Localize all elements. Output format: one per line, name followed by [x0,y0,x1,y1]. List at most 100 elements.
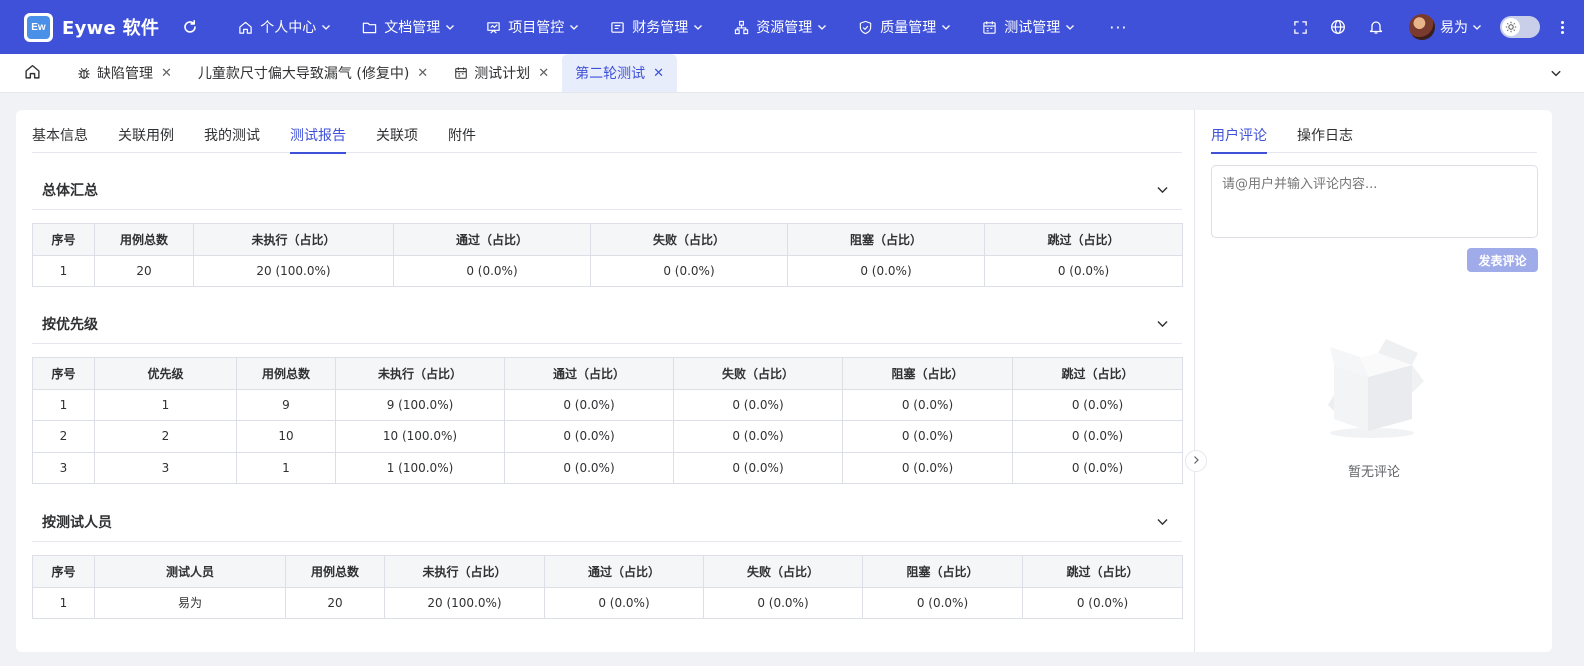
column-header: 测试人员 [94,555,286,588]
fullscreen-icon[interactable] [1291,18,1309,36]
tab-my-tests[interactable]: 我的测试 [204,110,260,153]
table-row: 1 20 20 (100.0%) 0 (0.0%) 0 (0.0%) 0 (0.… [32,254,1183,287]
table-cell: 0 (0.0%) [842,388,1013,421]
theme-toggle[interactable] [1500,16,1540,38]
column-header: 未执行（占比） [193,223,394,256]
table-header-row: 序号 测试人员 用例总数 未执行（占比） 通过（占比） 失败（占比） 阻塞（占比… [32,555,1183,588]
calendar-icon [454,66,468,80]
menu-project-control[interactable]: 项目管控 [485,17,579,37]
close-icon[interactable]: ✕ [161,66,172,81]
page-tab-label: 儿童款尺寸偏大导致漏气 (修复中) [197,66,410,82]
app-title: Eywe 软件 [62,18,160,39]
page-tab-test-plan[interactable]: 测试计划 ✕ [441,54,562,92]
table-cell: 2 [94,420,237,453]
app-logo[interactable]: Ew [24,12,53,42]
column-header: 跳过（占比） [984,223,1183,256]
chevron-right-icon [1191,454,1201,469]
column-header: 阻塞（占比） [842,357,1013,390]
empty-state-text: 暂无评论 [1347,465,1400,480]
chevron-down-icon[interactable] [1156,183,1170,197]
tab-user-comments[interactable]: 用户评论 [1211,110,1267,154]
column-header: 失败（占比） [703,555,863,588]
table-cell: 3 [32,451,95,484]
page-tab-label: 第二轮测试 [575,66,646,82]
table-cell: 0 (0.0%) [842,420,1013,453]
menu-finance-management[interactable]: 财务管理 [609,17,703,37]
more-menu-button[interactable]: ··· [1109,17,1127,37]
table-cell: 0 (0.0%) [673,451,843,484]
table-cell: 0 (0.0%) [393,254,591,287]
more-vertical-icon[interactable] [1560,20,1564,34]
table-cell: 2 [32,420,95,453]
refresh-icon[interactable] [181,18,199,36]
table-cell: 易为 [94,586,286,619]
table-row: 2 2 10 10 (100.0%) 0 (0.0%) 0 (0.0%) 0 (… [32,420,1183,453]
page-tab-label: 缺陷管理 [97,66,153,82]
column-header: 序号 [32,357,95,390]
table-row: 1 1 9 9 (100.0%) 0 (0.0%) 0 (0.0%) 0 (0.… [32,388,1183,421]
chevron-down-icon[interactable] [1156,515,1170,529]
table-cell: 0 (0.0%) [504,388,674,421]
close-icon[interactable]: ✕ [417,66,428,81]
sun-icon [1502,18,1520,36]
page-tab-defect-detail[interactable]: 儿童款尺寸偏大导致漏气 (修复中) ✕ [185,54,441,92]
avatar[interactable] [1409,14,1435,40]
home-tab[interactable] [0,54,64,92]
collapse-panel-button[interactable] [1185,450,1207,472]
tab-attachments[interactable]: 附件 [448,110,476,153]
chevron-down-icon [569,22,579,32]
section-header-summary[interactable]: 总体汇总 [32,170,1182,210]
table-cell: 20 [285,586,385,619]
tab-related-items[interactable]: 关联项 [376,110,418,153]
menu-document-management[interactable]: 文档管理 [361,17,455,37]
bell-icon[interactable] [1367,18,1385,36]
table-cell: 9 [236,388,336,421]
tab-related-cases[interactable]: 关联用例 [118,110,174,153]
home-icon [237,19,253,35]
comment-input[interactable] [1211,165,1538,238]
close-icon[interactable]: ✕ [538,66,549,81]
table-cell: 1 [94,388,237,421]
submit-comment-button[interactable]: 发表评论 [1467,248,1538,272]
close-icon[interactable]: ✕ [653,66,664,81]
comments-panel: 用户评论 操作日志 发表评论 暂无评论 [1194,110,1552,652]
table-cell: 0 (0.0%) [504,451,674,484]
table-cell: 20 (100.0%) [193,254,394,287]
chevron-down-icon[interactable] [1156,317,1170,331]
section-title: 总体汇总 [42,182,98,199]
tab-test-report[interactable]: 测试报告 [290,110,346,154]
chevron-down-icon[interactable] [1550,67,1562,79]
section-header-tester[interactable]: 按测试人员 [32,502,1182,542]
menu-test-management[interactable]: 测试管理 [981,17,1075,37]
menu-resource-management[interactable]: 资源管理 [733,17,827,37]
table-cell: 0 (0.0%) [1012,388,1183,421]
calendar-icon [981,19,997,35]
menu-quality-management[interactable]: 质量管理 [857,17,951,37]
page-tab-second-round-test[interactable]: 第二轮测试 ✕ [562,54,677,92]
chevron-down-icon[interactable] [1472,22,1482,32]
table-cell: 10 [236,420,336,453]
table-row: 3 3 1 1 (100.0%) 0 (0.0%) 0 (0.0%) 0 (0.… [32,451,1183,484]
section-title: 按优先级 [42,316,98,333]
top-right-tools: 易为 [1291,0,1584,54]
tab-basic-info[interactable]: 基本信息 [32,110,88,153]
table-header-row: 序号 优先级 用例总数 未执行（占比） 通过（占比） 失败（占比） 阻塞（占比）… [32,357,1183,390]
shield-icon [857,19,873,35]
user-name[interactable]: 易为 [1440,17,1468,37]
table-cell: 0 (0.0%) [1012,451,1183,484]
table-cell: 0 (0.0%) [862,586,1023,619]
table-header-row: 序号 用例总数 未执行（占比） 通过（占比） 失败（占比） 阻塞（占比） 跳过（… [32,223,1183,256]
table-cell: 20 (100.0%) [384,586,545,619]
tab-operation-log[interactable]: 操作日志 [1297,110,1353,153]
chevron-down-icon [321,22,331,32]
page-tab-defect-management[interactable]: 缺陷管理 ✕ [64,54,185,92]
section-header-priority[interactable]: 按优先级 [32,304,1182,344]
column-header: 失败（占比） [673,357,843,390]
resource-icon [733,19,749,35]
column-header: 阻塞（占比） [862,555,1023,588]
table-cell: 0 (0.0%) [1012,420,1183,453]
menu-personal-center[interactable]: 个人中心 [237,17,331,37]
table-row: 1 易为 20 20 (100.0%) 0 (0.0%) 0 (0.0%) 0 … [32,586,1183,619]
column-header: 用例总数 [94,223,194,256]
globe-icon[interactable] [1329,18,1347,36]
